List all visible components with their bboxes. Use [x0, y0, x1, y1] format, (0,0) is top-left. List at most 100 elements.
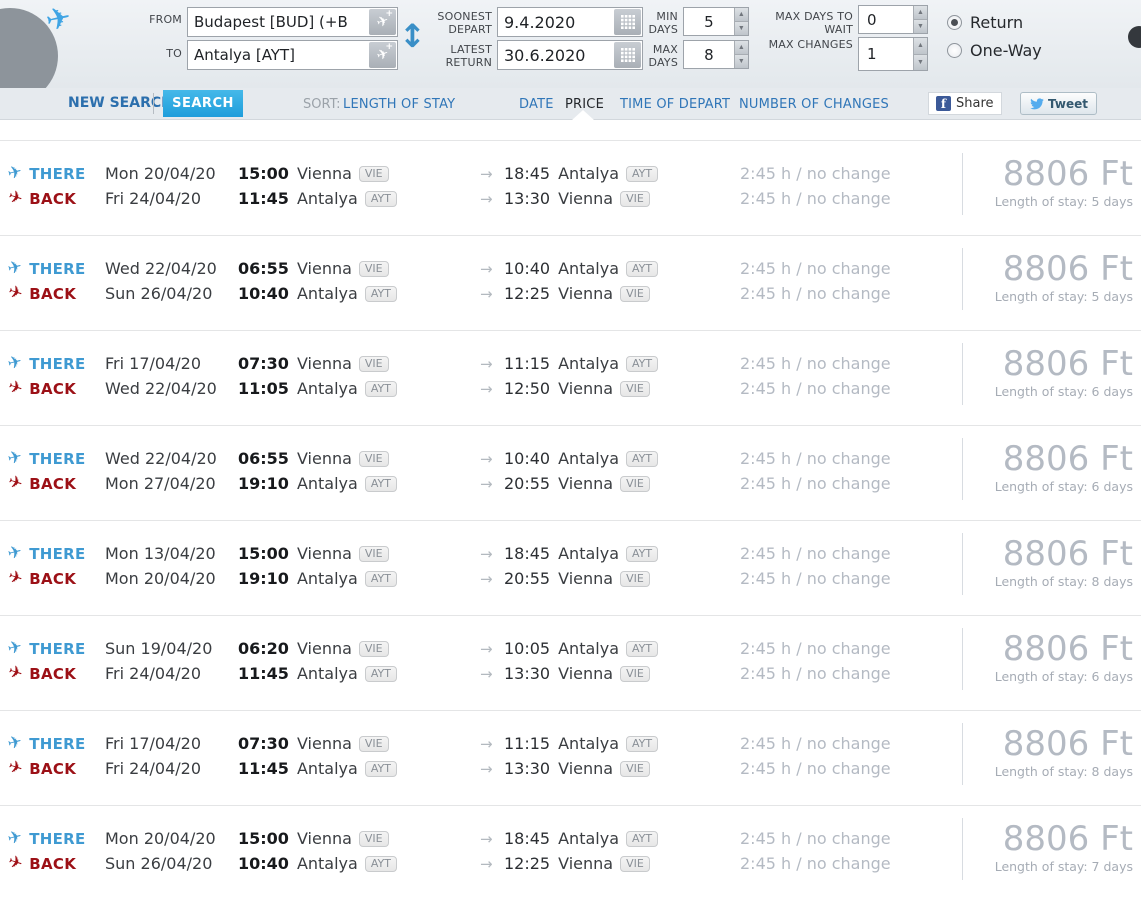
outbound-tag: ✈ THERE	[0, 732, 105, 755]
trip-type-return[interactable]: Return	[947, 13, 1023, 32]
plus-glyph: +	[385, 9, 393, 19]
departure-airport-code: AYT	[364, 760, 397, 777]
flight-result-row[interactable]: ✈ THERE Wed 22/04/20 06:55 Vienna VIE → …	[0, 235, 1141, 330]
flight-result-row[interactable]: ✈ THERE Mon 13/04/20 15:00 Vienna VIE → …	[0, 520, 1141, 615]
flight-result-row[interactable]: ✈ THERE Mon 20/04/20 15:00 Vienna VIE → …	[0, 140, 1141, 235]
min-days-down-icon[interactable]: ▼	[734, 21, 748, 35]
length-of-stay: Length of stay: 8 days	[994, 574, 1133, 589]
arrival-airport-code: VIE	[620, 475, 650, 492]
one-way-radio[interactable]	[947, 43, 962, 58]
back-label: BACK	[29, 759, 77, 778]
arrival-airport-code: AYT	[626, 165, 659, 182]
return-date: Fri 24/04/20	[105, 759, 202, 778]
price: 8806 Ft	[1002, 344, 1133, 384]
sort-length-of-stay[interactable]: LENGTH OF STAY	[343, 97, 455, 112]
add-from-airport-button[interactable]: ✈ +	[369, 9, 396, 35]
arrow-right-icon: →	[480, 664, 493, 683]
max-days-to-wait-input[interactable]	[859, 6, 913, 33]
departure-time: 07:30	[238, 354, 289, 373]
arrival-time: 12:50	[504, 379, 551, 398]
outbound-departure: 15:00 Vienna VIE	[238, 544, 480, 563]
there-label: THERE	[29, 734, 86, 753]
from-input[interactable]	[188, 8, 368, 36]
latest-return-input[interactable]	[498, 41, 613, 69]
there-label: THERE	[29, 449, 86, 468]
back-label: BACK	[29, 854, 77, 873]
arrival-time: 11:15	[504, 734, 551, 753]
to-label: TO	[166, 47, 182, 60]
arrival-time: 18:45	[504, 829, 551, 848]
max-days-input[interactable]	[684, 41, 734, 68]
sort-number-of-changes[interactable]: NUMBER OF CHANGES	[739, 97, 889, 112]
add-to-airport-button[interactable]: ✈ +	[369, 42, 396, 68]
departure-time: 11:05	[238, 379, 289, 398]
outbound-tag: ✈ THERE	[0, 542, 105, 565]
arrival-time: 11:15	[504, 354, 551, 373]
departure-airport-code: VIE	[358, 735, 389, 752]
flight-result-row[interactable]: ✈ THERE Wed 22/04/20 06:55 Vienna VIE → …	[0, 425, 1141, 520]
price-block: 8806 Ft Length of stay: 7 days	[962, 806, 1141, 900]
arrival-airport-code: VIE	[620, 665, 650, 682]
length-of-stay: Length of stay: 6 days	[994, 479, 1133, 494]
soonest-depart-label: SOONEST DEPART	[437, 10, 492, 36]
outbound-departure: 15:00 Vienna VIE	[238, 164, 480, 183]
arrival-airport-code: VIE	[620, 380, 650, 397]
return-radio[interactable]	[947, 15, 962, 30]
price: 8806 Ft	[1002, 439, 1133, 479]
return-departure: 11:45 Antalya AYT	[238, 189, 480, 208]
min-days-input[interactable]	[684, 8, 734, 35]
max-days-down-icon[interactable]: ▼	[734, 54, 748, 68]
max-days-to-wait-up-icon[interactable]: ▲	[913, 6, 927, 19]
arrival-airport-code: AYT	[626, 450, 659, 467]
back-plane-icon: ✈	[5, 281, 26, 305]
flight-result-row[interactable]: ✈ THERE Sun 19/04/20 06:20 Vienna VIE → …	[0, 615, 1141, 710]
results-list: ✈ THERE Mon 20/04/20 15:00 Vienna VIE → …	[0, 120, 1141, 908]
max-changes-input[interactable]	[859, 38, 913, 70]
search-button[interactable]: SEARCH	[163, 90, 243, 117]
back-label: BACK	[29, 664, 77, 683]
trip-type-one-way[interactable]: One-Way	[947, 41, 1042, 60]
max-days-to-wait-down-icon[interactable]: ▼	[913, 19, 927, 33]
arrow-right-icon: →	[480, 759, 493, 778]
arrow-right-icon: →	[480, 354, 493, 373]
to-input[interactable]	[188, 41, 368, 69]
flight-result-row[interactable]: ✈ THERE Mon 20/04/20 15:00 Vienna VIE → …	[0, 805, 1141, 900]
plus-glyph: +	[385, 42, 393, 52]
arrival-time: 10:40	[504, 259, 551, 278]
new-search-link[interactable]: NEW SEARCH	[68, 95, 173, 111]
flight-result-row[interactable]: ✈ THERE Fri 17/04/20 07:30 Vienna VIE → …	[0, 710, 1141, 805]
min-days-up-icon[interactable]: ▲	[734, 8, 748, 21]
soonest-depart-input[interactable]	[498, 8, 613, 36]
departure-airport-code: VIE	[358, 165, 389, 182]
there-plane-icon: ✈	[5, 161, 25, 185]
edge-partial-icon[interactable]	[1128, 26, 1141, 48]
max-changes-down-icon[interactable]: ▼	[913, 53, 927, 70]
departure-airport-code: VIE	[358, 640, 389, 657]
from-label: FROM	[149, 13, 182, 26]
max-changes-up-icon[interactable]: ▲	[913, 38, 927, 54]
sort-time-of-depart[interactable]: TIME OF DEPART	[620, 97, 730, 112]
there-label: THERE	[29, 164, 86, 183]
outbound-date: Wed 22/04/20	[105, 259, 217, 278]
outbound-arrival: 11:15 Antalya AYT	[504, 734, 740, 753]
arrow-right-icon: →	[480, 639, 493, 658]
sort-date[interactable]: DATE	[519, 97, 554, 112]
tweet-button[interactable]: Tweet	[1020, 92, 1097, 115]
search-form-header: r ✈ FROM ✈ + TO ✈ + ↕ SOONEST DEPART	[0, 0, 1141, 104]
to-field-group: ✈ +	[187, 40, 398, 70]
arrow-right-icon: →	[480, 379, 493, 398]
return-arrival: 12:25 Vienna VIE	[504, 284, 740, 303]
departure-airport-code: AYT	[364, 190, 397, 207]
back-label: BACK	[29, 379, 77, 398]
outbound-departure: 07:30 Vienna VIE	[238, 354, 480, 373]
back-plane-icon: ✈	[5, 756, 26, 780]
max-days-field: ▲ ▼	[683, 40, 749, 69]
facebook-share-button[interactable]: f Share	[928, 92, 1002, 115]
arrival-city: Vienna	[558, 664, 614, 683]
arrival-city: Antalya	[558, 164, 619, 183]
departure-city: Vienna	[296, 449, 352, 468]
arrow-right-icon: →	[480, 284, 493, 303]
departure-time: 07:30	[238, 734, 289, 753]
flight-result-row[interactable]: ✈ THERE Fri 17/04/20 07:30 Vienna VIE → …	[0, 330, 1141, 425]
arrival-airport-code: VIE	[620, 760, 650, 777]
